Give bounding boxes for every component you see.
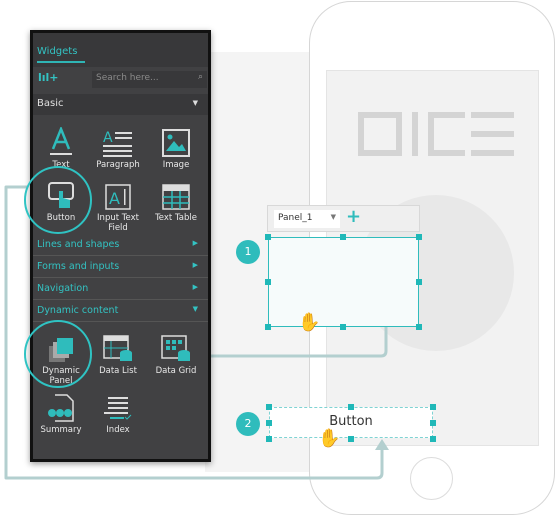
hand-cursor-icon: ✋ <box>318 428 341 449</box>
dynamic-panel-widget[interactable] <box>268 237 419 327</box>
step-badge-2: 2 <box>236 412 260 436</box>
resize-handle[interactable] <box>430 420 436 426</box>
widget-index[interactable]: Index <box>90 390 146 435</box>
table-icon <box>148 178 204 210</box>
panel-state-toolbar: Panel_1 ▼ + <box>267 205 420 232</box>
resize-handle[interactable] <box>265 279 271 285</box>
search-input[interactable]: Search here... ⌕ <box>92 71 207 88</box>
widget-data-list[interactable]: Data List <box>90 331 146 376</box>
section-basic[interactable]: Basic ▼ <box>33 94 208 115</box>
category-forms-and-inputs[interactable]: Forms and inputs ▶ <box>33 256 208 278</box>
data-list-icon <box>90 331 146 363</box>
chevron-down-icon: ▼ <box>192 305 198 313</box>
text-icon <box>33 125 89 157</box>
summary-icon <box>33 390 89 422</box>
resize-handle[interactable] <box>266 436 272 442</box>
resize-handle[interactable] <box>265 324 271 330</box>
search-icon[interactable]: ⌕ <box>198 72 203 82</box>
category-lines-and-shapes[interactable]: Lines and shapes ▶ <box>33 234 208 256</box>
widget-text[interactable]: Text <box>33 125 89 170</box>
data-grid-icon <box>148 331 204 363</box>
resize-handle[interactable] <box>340 234 346 240</box>
input-field-icon: A <box>90 178 146 210</box>
chevron-right-icon: ▶ <box>192 239 198 247</box>
resize-handle[interactable] <box>265 234 271 240</box>
category-navigation[interactable]: Navigation ▶ <box>33 278 208 300</box>
widget-paragraph[interactable]: A Paragraph <box>90 125 146 170</box>
paragraph-icon: A <box>90 125 146 157</box>
arrow-head-icon <box>375 439 389 450</box>
chevron-down-icon: ▼ <box>192 99 198 107</box>
resize-handle[interactable] <box>266 420 272 426</box>
library-add-icon[interactable]: lıl+ <box>38 71 59 84</box>
add-state-button[interactable]: + <box>346 206 361 227</box>
image-icon <box>148 125 204 157</box>
resize-handle[interactable] <box>340 324 346 330</box>
widget-image[interactable]: Image <box>148 125 204 170</box>
chevron-right-icon: ▶ <box>192 261 198 269</box>
resize-handle[interactable] <box>430 436 436 442</box>
resize-handle[interactable] <box>430 404 436 410</box>
resize-handle[interactable] <box>416 279 422 285</box>
category-dynamic-content[interactable]: Dynamic content ▼ <box>33 300 208 322</box>
svg-text:A: A <box>103 130 113 146</box>
index-icon <box>90 390 146 422</box>
step-badge-1: 1 <box>236 240 260 264</box>
panel-state-select[interactable]: Panel_1 ▼ <box>274 210 340 228</box>
resize-handle[interactable] <box>416 324 422 330</box>
tab-widgets[interactable]: Widgets <box>37 46 85 63</box>
highlight-ring-dynamic-panel <box>24 320 92 388</box>
resize-handle[interactable] <box>266 404 272 410</box>
widget-data-grid[interactable]: Data Grid <box>148 331 204 376</box>
widget-text-table[interactable]: Text Table <box>148 178 204 223</box>
resize-handle[interactable] <box>348 404 354 410</box>
button-widget[interactable]: Button <box>269 407 433 438</box>
widget-input-text-field[interactable]: A Input Text Field <box>90 178 146 233</box>
chevron-down-icon: ▼ <box>330 213 336 221</box>
svg-text:A: A <box>109 189 120 208</box>
widget-summary[interactable]: Summary <box>33 390 89 435</box>
chevron-right-icon: ▶ <box>192 283 198 291</box>
resize-handle[interactable] <box>348 436 354 442</box>
hand-cursor-icon: ✋ <box>298 312 321 333</box>
highlight-ring-button <box>24 166 92 234</box>
widgets-panel: Widgets lıl+ Search here... ⌕ Basic ▼ Text… <box>30 30 211 462</box>
resize-handle[interactable] <box>416 234 422 240</box>
